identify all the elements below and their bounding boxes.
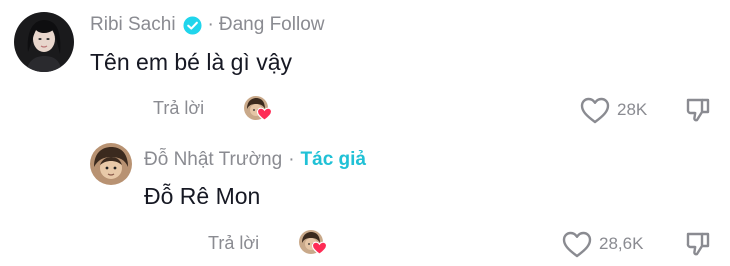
comment-text: Tên em bé là gì vậy — [90, 49, 292, 75]
heart-icon — [312, 241, 327, 255]
like-heart-icon[interactable] — [562, 231, 592, 258]
thumbs-down-icon — [684, 96, 712, 124]
like-count: 28K — [617, 100, 648, 119]
like-control: 28,6K — [562, 228, 643, 260]
comment-text: Đỗ Rê Mon — [144, 183, 261, 209]
avatar[interactable] — [90, 143, 132, 185]
avatar[interactable] — [14, 12, 74, 72]
like-control: 28K — [580, 94, 647, 126]
dislike-button[interactable] — [683, 95, 713, 125]
liked-by-author-indicator — [299, 230, 331, 262]
author-label: Tác giả — [300, 149, 366, 170]
comment-header: Ribi Sachi · Đang Follow — [90, 12, 324, 38]
username[interactable]: Đỗ Nhật Trường — [144, 149, 282, 171]
verified-badge-icon — [183, 15, 202, 35]
separator-dot: · — [288, 149, 295, 170]
like-count: 28,6K — [599, 234, 644, 253]
separator-dot: · — [207, 14, 214, 35]
follow-status[interactable]: Đang Follow — [219, 14, 325, 36]
username[interactable]: Ribi Sachi — [90, 14, 176, 36]
heart-icon — [257, 107, 272, 121]
comment-header: Đỗ Nhật Trường · Tác giả — [144, 147, 366, 173]
like-heart-icon[interactable] — [580, 97, 610, 124]
liked-by-author-indicator — [244, 96, 276, 128]
dislike-button[interactable] — [683, 229, 713, 259]
thumbs-down-icon — [684, 230, 712, 258]
reply-button[interactable]: Trả lời — [153, 98, 204, 119]
reply-button[interactable]: Trả lời — [208, 233, 259, 254]
